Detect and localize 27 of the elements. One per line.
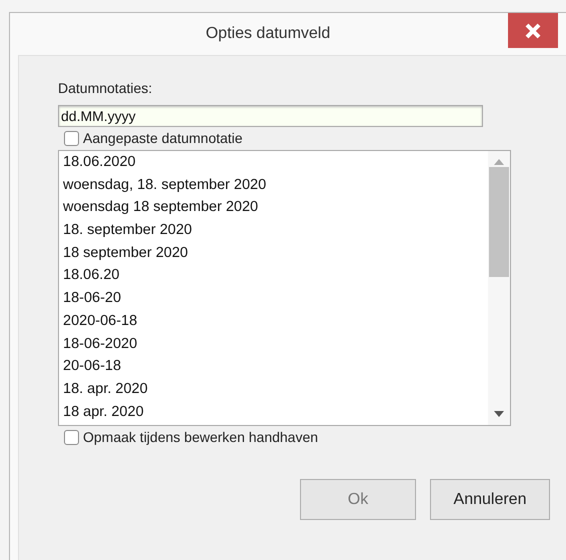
checkbox[interactable] [64, 130, 79, 146]
list-item[interactable]: 20-06-18 [63, 355, 488, 378]
window-title: Opties datumveld [206, 25, 330, 43]
list-item[interactable]: 18. september 2020 [63, 219, 488, 242]
list-item[interactable]: 18 september 2020 [63, 242, 488, 264]
checkbox-label[interactable]: Aangepaste datumnotatie [83, 130, 243, 146]
list-item[interactable]: woensdag, 18. september 2020 [63, 174, 488, 196]
list-item[interactable]: 18-06-2020 [63, 332, 488, 356]
list-item[interactable]: 2020-06-18 [63, 310, 488, 332]
close-icon [524, 22, 542, 40]
list-item[interactable]: 18 apr. 2020 [63, 400, 488, 424]
scroll-down-icon[interactable] [494, 411, 504, 417]
checkbox[interactable] [64, 430, 79, 444]
list-item[interactable]: 18. apr. 2020 [63, 378, 488, 401]
format-list[interactable]: 18.06.2020 woensdag, 18. september 2020 woensdag 18 september 2020 18. september 2020 18 september 2020 18.06.20 18-06-20 2020-06-18 18-06-2020 20-06-18 18. apr. 2020 18 apr. 2020 [58, 150, 511, 426]
list-item[interactable]: 18-06-20 [63, 287, 488, 310]
scroll-thumb[interactable] [489, 167, 509, 277]
checkbox-label[interactable]: Opmaak tijdens bewerken handhaven [83, 429, 318, 445]
format-field[interactable]: dd.MM.yyyy [58, 105, 483, 127]
dialog-button[interactable]: Annuleren [430, 479, 550, 520]
scrollbar[interactable] [488, 151, 510, 425]
field-label: Datumnotaties: [58, 80, 154, 96]
list-item[interactable]: 18.06.2020 [63, 151, 488, 174]
scroll-up-icon[interactable] [494, 159, 504, 165]
close-button[interactable] [508, 13, 558, 48]
list-item[interactable]: 18.06.20 [63, 264, 488, 288]
list-item[interactable]: woensdag 18 september 2020 [63, 196, 488, 220]
